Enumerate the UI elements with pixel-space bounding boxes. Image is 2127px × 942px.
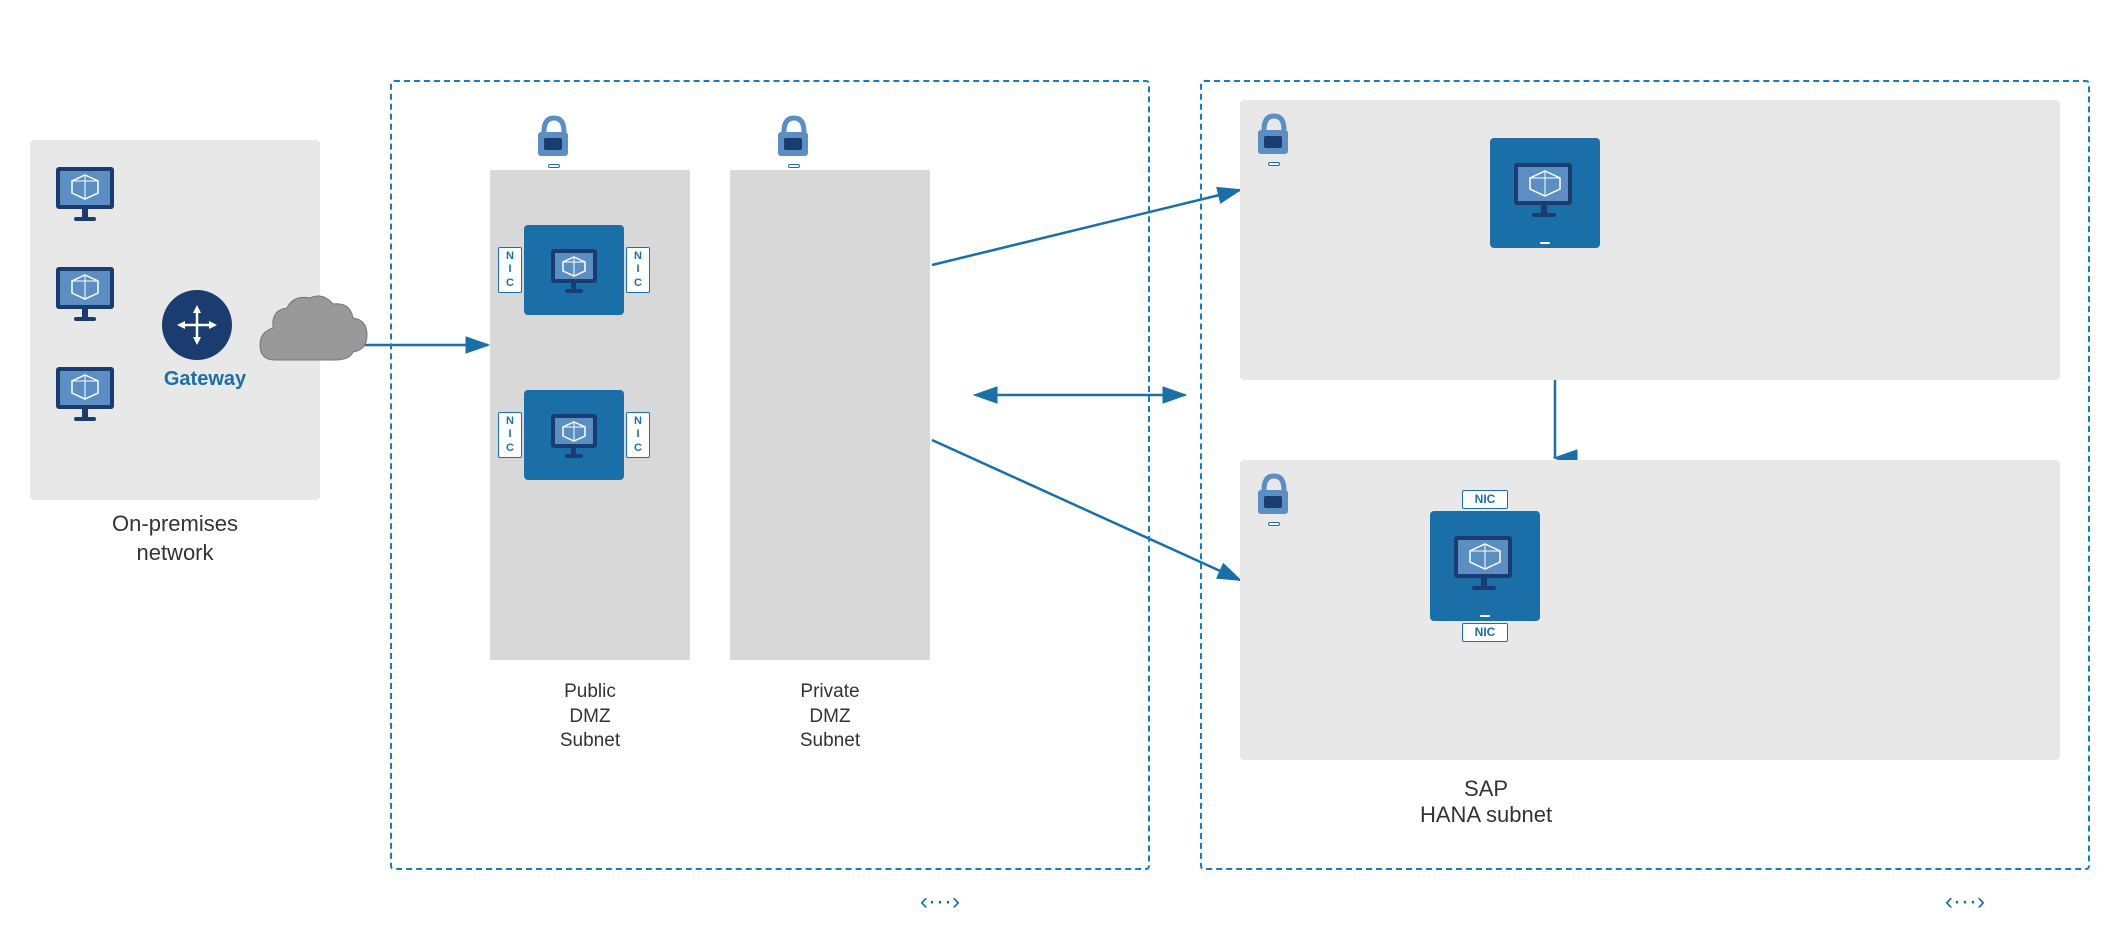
spoke-dots: ‹···› (1945, 888, 1985, 916)
nva-top-box (524, 225, 624, 315)
mgmt-subnet-box (1240, 100, 2060, 380)
nic-right-bottom: NIC (626, 412, 650, 458)
nic-left-top: NIC (498, 247, 522, 293)
sap-vm-group: NIC NIC (1430, 490, 1540, 642)
nic-sap-top: NIC (1462, 490, 1509, 509)
nva-top-group: NIC NIC (498, 225, 650, 315)
gateway-text-label: Gateway (155, 368, 255, 391)
private-dmz-box (730, 170, 930, 660)
internet-cloud (255, 290, 375, 387)
nsg-private-badge (788, 164, 800, 168)
nsg-public-badge (548, 164, 560, 168)
sap-subnet-label: SAPHANA subnet (1420, 776, 1552, 828)
private-dmz-label: PrivateDMZSubnet (730, 680, 930, 754)
nsg-public (530, 110, 578, 168)
monitor-2 (50, 265, 122, 335)
nic-right-top: NIC (626, 247, 650, 293)
monitor-3 (50, 365, 122, 435)
hub-dots: ‹···› (920, 888, 960, 916)
nsg-sap-badge (1268, 522, 1280, 526)
nva-bottom-group: NIC NIC (498, 390, 650, 480)
monitor-1 (50, 165, 122, 235)
nsg-private (770, 110, 818, 168)
nic-sap-bottom: NIC (1462, 623, 1509, 642)
nsg-sap (1250, 468, 1298, 526)
sap-vm-label (1480, 615, 1490, 617)
onprem-label: On-premisesnetwork (30, 510, 320, 567)
gateway-icon (162, 290, 232, 360)
nva-bottom-box (524, 390, 624, 480)
nsg-mgmt-badge (1268, 162, 1280, 166)
nic-left-bottom: NIC (498, 412, 522, 458)
public-dmz-label: PublicDMZSubnet (490, 680, 690, 754)
sap-subnet-box (1240, 460, 2060, 760)
vm-label (1540, 242, 1550, 244)
jumpbox-vm (1490, 138, 1600, 256)
nsg-mgmt (1250, 108, 1298, 166)
